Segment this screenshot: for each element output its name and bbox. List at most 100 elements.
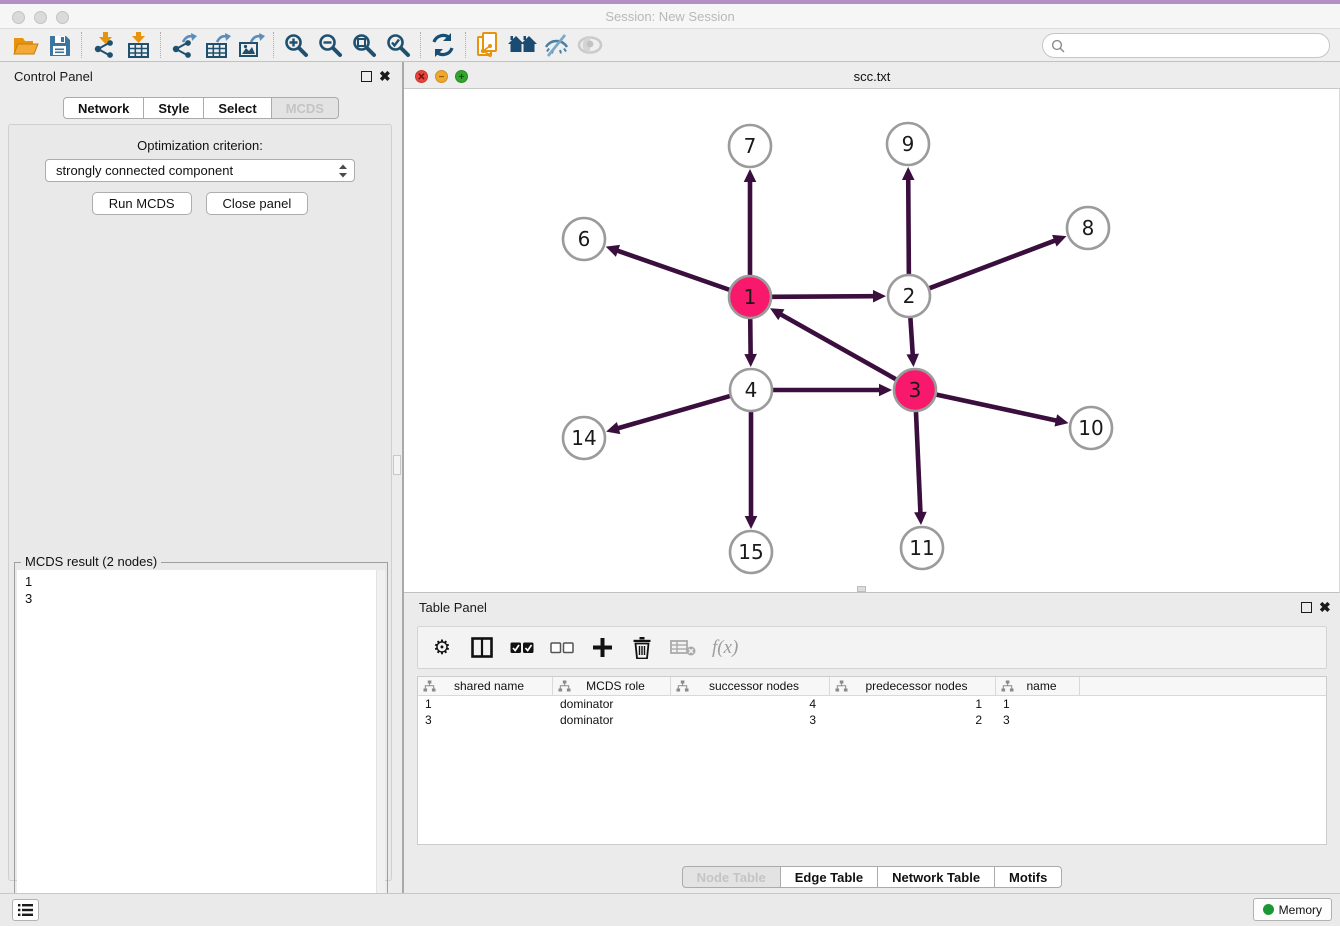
app-titlebar: Session: New Session [0,4,1340,29]
panel-splitter-handle[interactable] [393,455,401,475]
control-panel-tabs: NetworkStyleSelectMCDS [0,97,402,119]
open-session-button[interactable] [8,30,42,60]
list-icon [17,903,34,917]
table-row-1[interactable]: 1dominator411 [418,696,1326,712]
column-header-shared-name[interactable]: shared name [418,677,553,695]
zoom-out-button[interactable] [313,30,347,60]
cell-shared-name[interactable]: 1 [418,696,553,712]
eye-icon [576,33,604,57]
result-scrollbar[interactable] [376,570,385,926]
import-table-button[interactable] [121,30,155,60]
edge-2-9[interactable] [908,178,909,274]
node-label-15: 15 [738,540,763,564]
canvas-resize-grip[interactable] [857,586,866,592]
export-image-button[interactable] [234,30,268,60]
cell-predecessor-nodes[interactable]: 2 [830,712,996,728]
zoom-fit-button[interactable] [347,30,381,60]
task-history-button[interactable] [12,899,39,921]
node-label-10: 10 [1078,416,1103,440]
save-session-button[interactable] [42,30,76,60]
show-all-button[interactable] [573,30,607,60]
clone-network-button[interactable] [471,30,505,60]
application-window: Session: New Session Control Panel ✖ Net… [0,0,1340,926]
table-settings-button[interactable]: ⚙ [430,633,454,663]
edge-arrow-2-9 [902,167,915,180]
column-header-MCDS-role[interactable]: MCDS role [553,677,671,695]
search-icon [1051,39,1065,53]
hide-selected-button[interactable] [539,30,573,60]
cell-successor-nodes[interactable]: 3 [671,712,830,728]
mcds-result-text[interactable]: 1 3 [17,570,385,926]
cell-MCDS-role[interactable]: dominator [553,696,671,712]
criterion-dropdown[interactable]: strongly connected component [45,159,355,182]
zoom-in-button[interactable] [279,30,313,60]
tab-edge-table[interactable]: Edge Table [781,866,878,888]
delete-table-button[interactable] [670,633,696,663]
edge-1-2[interactable] [772,296,875,297]
column-header-successor-nodes[interactable]: successor nodes [671,677,830,695]
edge-1-6[interactable] [616,250,729,290]
search-field[interactable] [1042,33,1330,58]
zoom-selected-button[interactable] [381,30,415,60]
tab-network-table[interactable]: Network Table [878,866,995,888]
network-graph[interactable]: 7968124314101511 [404,89,1340,593]
cell-predecessor-nodes[interactable]: 1 [830,696,996,712]
table-toolbar: ⚙ f(x) [417,626,1327,669]
create-column-button[interactable] [590,633,614,663]
first-neighbors-button[interactable] [505,30,539,60]
run-mcds-button[interactable]: Run MCDS [92,192,192,215]
tab-node-table[interactable]: Node Table [682,866,781,888]
export-network-button[interactable] [166,30,200,60]
close-table-panel-icon[interactable]: ✖ [1319,599,1331,615]
cell-name[interactable]: 1 [996,696,1080,712]
tab-mcds[interactable]: MCDS [272,97,339,119]
edge-4-14[interactable] [617,396,730,429]
import-network-button[interactable] [87,30,121,60]
memory-button[interactable]: Memory [1253,898,1332,921]
close-panel-button[interactable]: Close panel [206,192,309,215]
delete-column-button[interactable] [630,633,654,663]
select-all-button[interactable] [510,633,534,663]
tab-style[interactable]: Style [144,97,204,119]
close-panel-icon[interactable]: ✖ [379,68,391,84]
cell-shared-name[interactable]: 3 [418,712,553,728]
column-header-predecessor-nodes[interactable]: predecessor nodes [830,677,996,695]
tab-network[interactable]: Network [63,97,144,119]
import-table-icon [125,32,152,59]
tab-motifs[interactable]: Motifs [995,866,1062,888]
toggle-panel-mode-button[interactable] [470,633,494,663]
node-label-1: 1 [744,285,757,309]
fx-icon: f(x) [712,637,738,659]
trash-icon [633,637,651,659]
cell-MCDS-role[interactable]: dominator [553,712,671,728]
edge-2-8[interactable] [930,240,1057,288]
control-panel-title: Control Panel [14,69,93,84]
mcds-panel: Optimization criterion: strongly connect… [8,124,392,881]
eye-slash-icon [543,33,570,58]
zoom-fit-icon [351,32,378,59]
optimization-criterion-label: Optimization criterion: [9,138,391,153]
function-builder-button[interactable]: f(x) [712,633,738,663]
float-table-panel-icon[interactable] [1301,602,1312,613]
float-panel-icon[interactable] [361,71,372,82]
cell-name[interactable]: 3 [996,712,1080,728]
edge-3-1[interactable] [780,314,896,380]
houses-icon [507,33,538,57]
edge-3-10[interactable] [937,395,1058,421]
export-table-button[interactable] [200,30,234,60]
deselect-all-button[interactable] [550,633,574,663]
network-canvas[interactable]: 7968124314101511 [404,89,1340,593]
edge-arrow-1-2 [873,290,886,303]
column-header-name[interactable]: name [996,677,1080,695]
table-row-2[interactable]: 3dominator323 [418,712,1326,728]
memory-status-icon [1263,904,1274,915]
column-type-icon [1001,680,1014,692]
edge-arrow-1-6 [606,245,620,257]
cell-successor-nodes[interactable]: 4 [671,696,830,712]
memory-label: Memory [1279,903,1322,917]
edge-3-11[interactable] [916,412,921,514]
edge-2-3[interactable] [910,318,912,356]
tab-select[interactable]: Select [204,97,271,119]
search-input[interactable] [1065,38,1321,54]
apply-layout-button[interactable] [426,30,460,60]
